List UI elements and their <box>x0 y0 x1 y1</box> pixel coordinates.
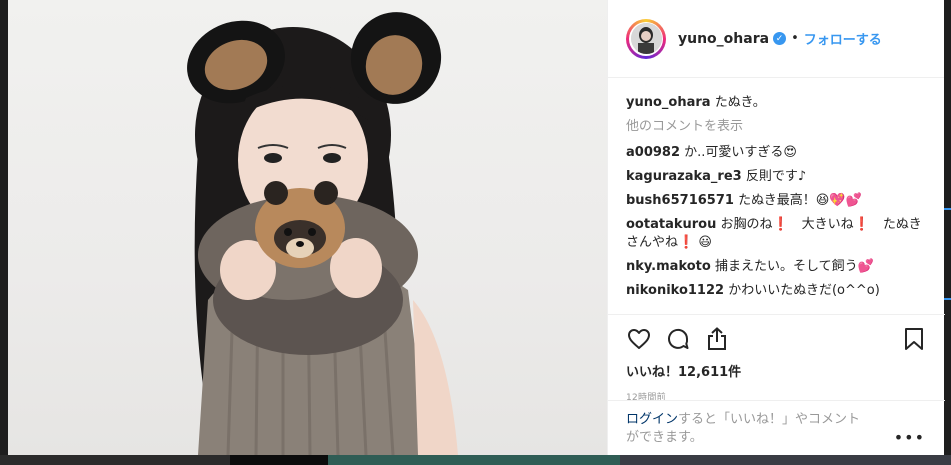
background-strip <box>0 455 951 465</box>
comment-item: nky.makoto 捕まえたい。そして飼う💕 <box>626 258 926 276</box>
post-modal: yuno_ohara ✓ • フォローする yuno_ohara たぬき。 他の… <box>8 0 945 455</box>
caption-username[interactable]: yuno_ohara <box>626 95 711 110</box>
comment-text: たぬき最高！😆💖💕 <box>738 193 862 208</box>
login-link[interactable]: ログイン <box>626 412 678 427</box>
header-username[interactable]: yuno_ohara <box>678 31 769 47</box>
comment-item: kagurazaka_re3 反則です♪ <box>626 168 926 186</box>
comment-username[interactable]: bush65716571 <box>626 193 734 208</box>
comments-section: yuno_ohara たぬき。 他のコメントを表示 a00982 か..可愛いす… <box>608 78 944 300</box>
comment-icon[interactable] <box>665 326 691 352</box>
caption: yuno_ohara たぬき。 <box>626 94 926 112</box>
comment-item: nikoniko1122 かわいいたぬきだ(o^^o) <box>626 282 926 300</box>
bookmark-icon[interactable] <box>901 326 927 352</box>
avatar-image <box>630 23 662 54</box>
action-icons <box>626 325 927 353</box>
share-icon[interactable] <box>704 326 730 352</box>
more-options-button[interactable]: ••• <box>894 429 925 447</box>
post-photo[interactable] <box>8 0 607 455</box>
comment-username[interactable]: a00982 <box>626 145 680 160</box>
comment-text: 捕まえたい。そして飼う💕 <box>714 259 874 274</box>
background-thumb-4 <box>620 455 951 465</box>
background-thumb-2 <box>230 455 328 465</box>
comment-username[interactable]: ootatakurou <box>626 217 716 232</box>
comment-item: a00982 か..可愛いすぎる😍 <box>626 144 926 162</box>
post-side-panel: yuno_ohara ✓ • フォローする yuno_ohara たぬき。 他の… <box>607 0 945 455</box>
comment-text: 反則です♪ <box>745 169 807 184</box>
comment-item: bush65716571 たぬき最高！😆💖💕 <box>626 192 926 210</box>
action-bar: いいね！12,611件 12時間前 <box>608 314 945 403</box>
post-photo-illustration <box>187 12 458 455</box>
scroll-marker <box>944 298 951 300</box>
separator-dot: • <box>791 31 799 46</box>
verified-badge-icon: ✓ <box>773 32 787 45</box>
background-thumb-3 <box>328 455 620 465</box>
login-text-1: すると「いいね！」やコメント <box>678 412 861 427</box>
avatar-frame <box>629 21 663 56</box>
login-prompt: ログインすると「いいね！」やコメント ができます。 ••• <box>608 400 945 447</box>
caption-text: たぬき。 <box>714 95 766 110</box>
comment-text: か..可愛いすぎる😍 <box>684 145 797 160</box>
background-thumb-1 <box>0 455 230 465</box>
follow-button[interactable]: フォローする <box>804 29 882 48</box>
scroll-marker <box>944 208 951 210</box>
avatar[interactable] <box>626 18 666 59</box>
likes-count[interactable]: いいね！12,611件 <box>626 361 927 380</box>
comment-text: かわいいたぬきだ(o^^o) <box>728 283 880 298</box>
comment-username[interactable]: kagurazaka_re3 <box>626 169 742 184</box>
login-line-1: ログインすると「いいね！」やコメント <box>626 411 927 429</box>
post-header: yuno_ohara ✓ • フォローする <box>608 0 944 78</box>
comment-username[interactable]: nikoniko1122 <box>626 283 724 298</box>
comment-item: ootatakurou お胸のね❗ 大きいね❗ たぬきさんやね❗ 😃 <box>626 216 926 252</box>
heart-icon[interactable] <box>626 326 652 352</box>
login-text-2: ができます。 <box>626 430 703 445</box>
load-more-comments[interactable]: 他のコメントを表示 <box>626 118 926 136</box>
comment-username[interactable]: nky.makoto <box>626 259 711 274</box>
